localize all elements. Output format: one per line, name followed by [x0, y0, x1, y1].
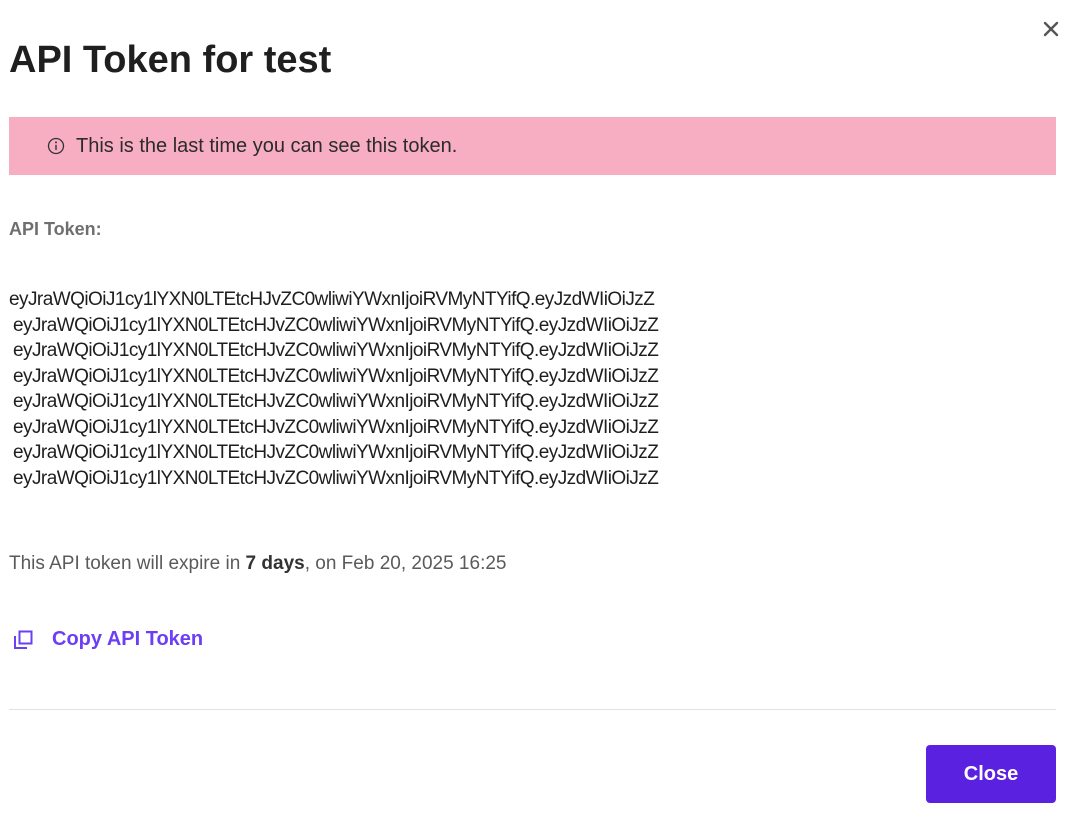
copy-icon — [12, 629, 34, 651]
token-line: eyJraWQiOiJ1cy1lYXN0LTEtcHJvZC0wliwiYWxn… — [13, 314, 659, 336]
expiry-suffix: , on Feb 20, 2025 16:25 — [304, 553, 507, 574]
token-line: eyJraWQiOiJ1cy1lYXN0LTEtcHJvZC0wliwiYWxn… — [13, 365, 659, 387]
api-token-dialog: API Token for test This is the last time… — [0, 0, 1078, 817]
token-line: eyJraWQiOiJ1cy1lYXN0LTEtcHJvZC0wliwiYWxn… — [9, 289, 655, 310]
expiry-prefix: This API token will expire in — [9, 553, 246, 574]
expiry-text: This API token will expire in 7 days, on… — [9, 553, 506, 575]
close-icon[interactable] — [1036, 14, 1066, 44]
token-value: eyJraWQiOiJ1cy1lYXN0LTEtcHJvZC0wliwiYWxn… — [9, 287, 1059, 491]
warning-text: This is the last time you can see this t… — [76, 134, 458, 157]
token-line: eyJraWQiOiJ1cy1lYXN0LTEtcHJvZC0wliwiYWxn… — [13, 340, 659, 361]
close-button[interactable]: Close — [926, 745, 1056, 803]
divider — [9, 709, 1056, 710]
dialog-title: API Token for test — [9, 39, 332, 81]
token-line: eyJraWQiOiJ1cy1lYXN0LTEtcHJvZC0wliwiYWxn… — [13, 467, 659, 489]
token-line: eyJraWQiOiJ1cy1lYXN0LTEtcHJvZC0wliwiYWxn… — [13, 416, 659, 438]
copy-token-label: Copy API Token — [52, 628, 204, 650]
token-line: eyJraWQiOiJ1cy1lYXN0LTEtcHJvZC0wliwiYWxn… — [13, 391, 659, 412]
warning-banner: This is the last time you can see this t… — [9, 117, 1056, 175]
info-icon — [47, 137, 65, 155]
expiry-duration: 7 days — [245, 553, 305, 574]
token-label: API Token: — [9, 219, 102, 239]
token-line: eyJraWQiOiJ1cy1lYXN0LTEtcHJvZC0wliwiYWxn… — [13, 442, 659, 463]
copy-token-link[interactable]: Copy API Token — [12, 628, 203, 651]
